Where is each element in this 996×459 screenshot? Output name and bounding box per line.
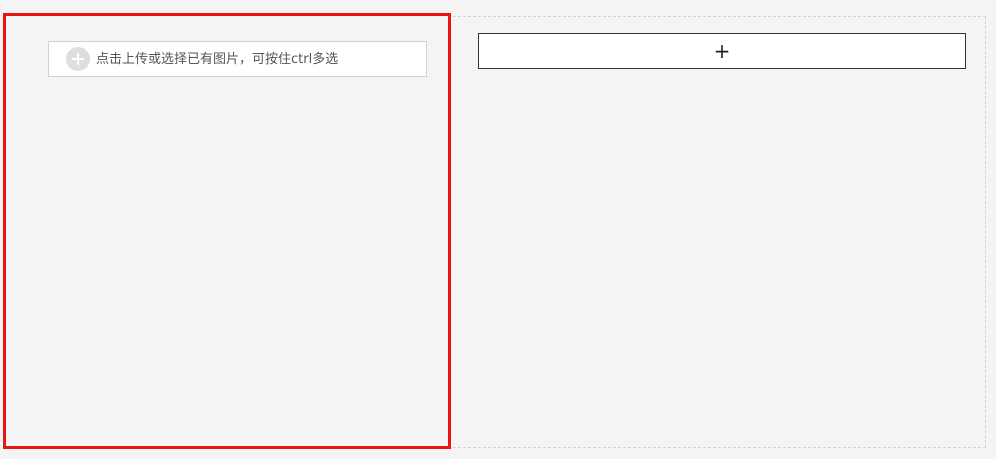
upload-button-label: 点击上传或选择已有图片，可按住ctrl多选 <box>96 51 339 67</box>
highlighted-image-panel <box>3 13 451 449</box>
plus-icon: + <box>713 39 731 63</box>
add-item-button[interactable]: + <box>478 33 966 69</box>
upload-images-button[interactable]: 点击上传或选择已有图片，可按住ctrl多选 <box>48 41 427 77</box>
plus-circle-icon <box>66 47 90 71</box>
editor-canvas: 点击上传或选择已有图片，可按住ctrl多选 + <box>0 0 996 459</box>
